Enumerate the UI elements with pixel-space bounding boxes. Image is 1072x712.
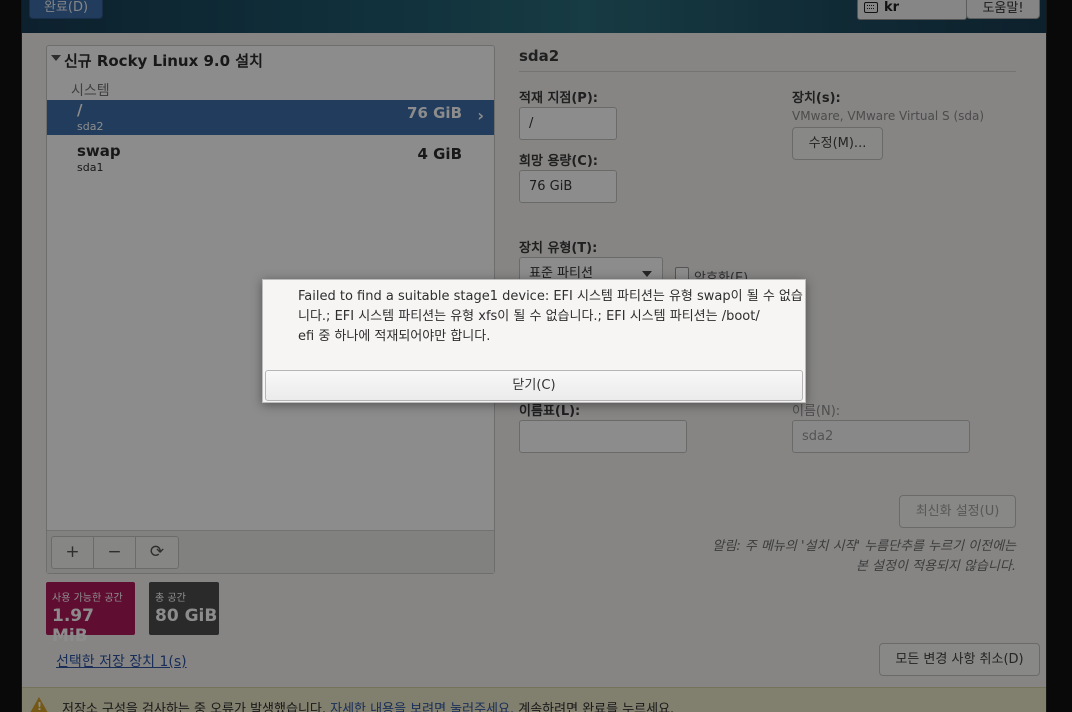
error-message-line3: efi 중 하나에 적재되어야만 합니다. [298,329,491,344]
error-message: Failed to find a suitable stage1 device:… [298,287,803,347]
screen: 완료(D) kr 도움말! 신규 Rocky Linux 9.0 설치 시스템 … [0,0,1072,712]
error-dialog: Failed to find a suitable stage1 device:… [262,279,806,403]
error-message-line2: 니다.; EFI 시스템 파티션는 유형 xfs이 될 수 없습니다.; EFI… [298,309,760,324]
close-button[interactable]: 닫기(C) [265,370,803,401]
error-message-line1: Failed to find a suitable stage1 device:… [298,289,803,304]
